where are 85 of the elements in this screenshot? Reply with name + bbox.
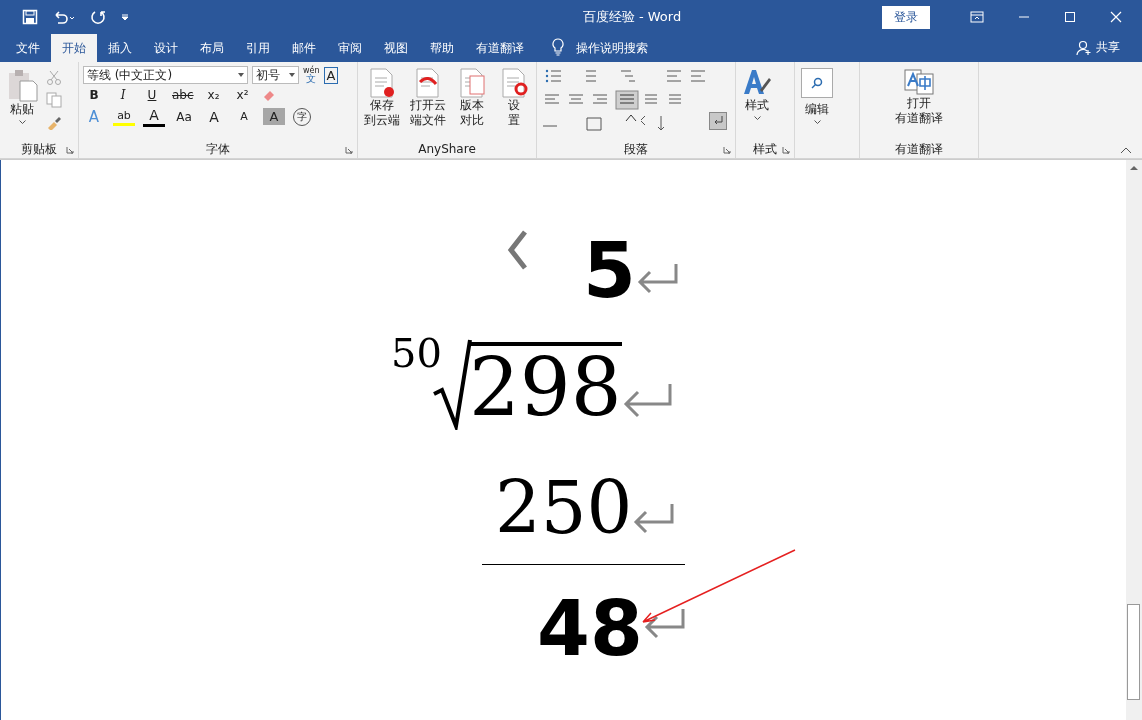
ribbon-tab[interactable]: 引用 (235, 34, 281, 62)
format-button[interactable]: A (263, 108, 285, 125)
paste-button[interactable]: 粘贴 (4, 66, 40, 126)
lightbulb-icon[interactable] (551, 38, 565, 56)
format-button[interactable]: B (83, 87, 105, 103)
search-icon (810, 76, 824, 90)
dropdown-icon[interactable] (238, 73, 244, 77)
return-mark-icon (712, 115, 724, 127)
group-label: 字体 (206, 140, 230, 158)
anyshare-button[interactable]: 保存 到云端 (362, 66, 402, 130)
return-mark-icon (632, 502, 677, 534)
group-label: AnyShare (418, 142, 476, 156)
ribbon-tab[interactable]: 视图 (373, 34, 419, 62)
document-icon (500, 68, 528, 98)
equation-text: 250 (495, 470, 633, 546)
format-button[interactable]: ab (113, 107, 135, 126)
format-button[interactable]: A (143, 106, 165, 127)
close-icon[interactable] (1110, 11, 1122, 23)
ribbon-tab[interactable]: 开始 (51, 34, 97, 62)
group-label: 有道翻译 (895, 140, 943, 158)
group-label: 剪贴板 (21, 140, 57, 158)
share-button[interactable]: 共享 (1092, 33, 1142, 62)
vertical-scrollbar[interactable] (1126, 160, 1142, 720)
anyshare-button[interactable]: 打开云 端文件 (408, 66, 448, 130)
person-add-icon[interactable] (1076, 40, 1092, 56)
format-button[interactable]: x² (231, 87, 254, 103)
scroll-up-icon[interactable] (1129, 164, 1139, 172)
ribbon-tab[interactable]: 帮助 (419, 34, 465, 62)
phonetic-guide-button[interactable]: wén 文 (303, 67, 320, 83)
format-button[interactable]: x₂ (202, 87, 225, 103)
font-size-field[interactable]: 初号 (252, 66, 299, 84)
window-title: 百度经验 - Word (581, 8, 683, 26)
group-label: 样式 (753, 140, 777, 158)
format-button[interactable]: abc (170, 87, 196, 103)
document-icon (368, 68, 396, 98)
font-name-field[interactable]: 等线 (中文正文) (83, 66, 248, 84)
undo-icon[interactable] (52, 9, 76, 25)
character-border-button[interactable]: A (323, 66, 339, 84)
equation-text: 48 (537, 594, 643, 664)
ribbon-tab[interactable]: 邮件 (281, 34, 327, 62)
dropdown-icon[interactable] (289, 73, 295, 77)
ribbon-tab[interactable]: 有道翻译 (465, 34, 535, 62)
collapse-ribbon-icon[interactable] (1120, 146, 1132, 154)
dialog-launcher-icon[interactable] (782, 146, 790, 154)
dialog-launcher-icon[interactable] (66, 146, 74, 154)
radical-index: 50 (391, 330, 442, 376)
document-icon (458, 68, 486, 98)
save-icon[interactable] (22, 9, 38, 25)
ribbon-display-icon[interactable] (970, 11, 984, 23)
return-mark-icon (642, 607, 687, 639)
format-button[interactable]: Aa (173, 108, 195, 125)
dialog-launcher-icon[interactable] (723, 146, 731, 154)
caret-icon (813, 120, 821, 124)
translate-button[interactable]: 打开 有道翻译 (893, 66, 945, 128)
chevron-icon (505, 230, 529, 270)
equation-text: 298 (468, 342, 622, 430)
format-button[interactable]: I (112, 87, 134, 103)
anyshare-button[interactable]: 版本 对比 (454, 66, 490, 130)
equation-text: 5 (583, 236, 636, 306)
customize-icon[interactable] (120, 12, 130, 22)
return-mark-icon (635, 262, 680, 294)
ribbon-tab[interactable]: 文件 (5, 34, 51, 62)
ribbon-tab[interactable]: 设计 (143, 34, 189, 62)
format-button[interactable]: U (141, 87, 163, 103)
return-mark-icon (621, 382, 674, 418)
styles-button[interactable]: 样式 (740, 66, 774, 122)
dialog-launcher-icon[interactable] (345, 146, 353, 154)
maximize-icon[interactable] (1064, 11, 1076, 23)
tell-me-search[interactable]: 操作说明搜索 (565, 34, 659, 62)
ribbon-tab[interactable]: 插入 (97, 34, 143, 62)
redo-icon[interactable] (90, 9, 106, 25)
editing-button[interactable]: 编辑 (799, 66, 835, 126)
format-button[interactable]: A (203, 107, 225, 126)
ribbon-tab[interactable]: 审阅 (327, 34, 373, 62)
scrollbar-thumb[interactable] (1127, 604, 1140, 700)
caret-icon (18, 120, 26, 124)
caret-icon (753, 116, 761, 120)
format-button[interactable]: A (233, 109, 255, 124)
translate-icon (903, 68, 935, 96)
login-button[interactable]: 登录 (882, 5, 930, 29)
ribbon-tab[interactable]: 布局 (189, 34, 235, 62)
document-icon (414, 68, 442, 98)
anyshare-button[interactable]: 设 置 (496, 66, 532, 130)
group-label: 段落 (624, 140, 648, 158)
format-painter-icon[interactable] (46, 114, 62, 130)
